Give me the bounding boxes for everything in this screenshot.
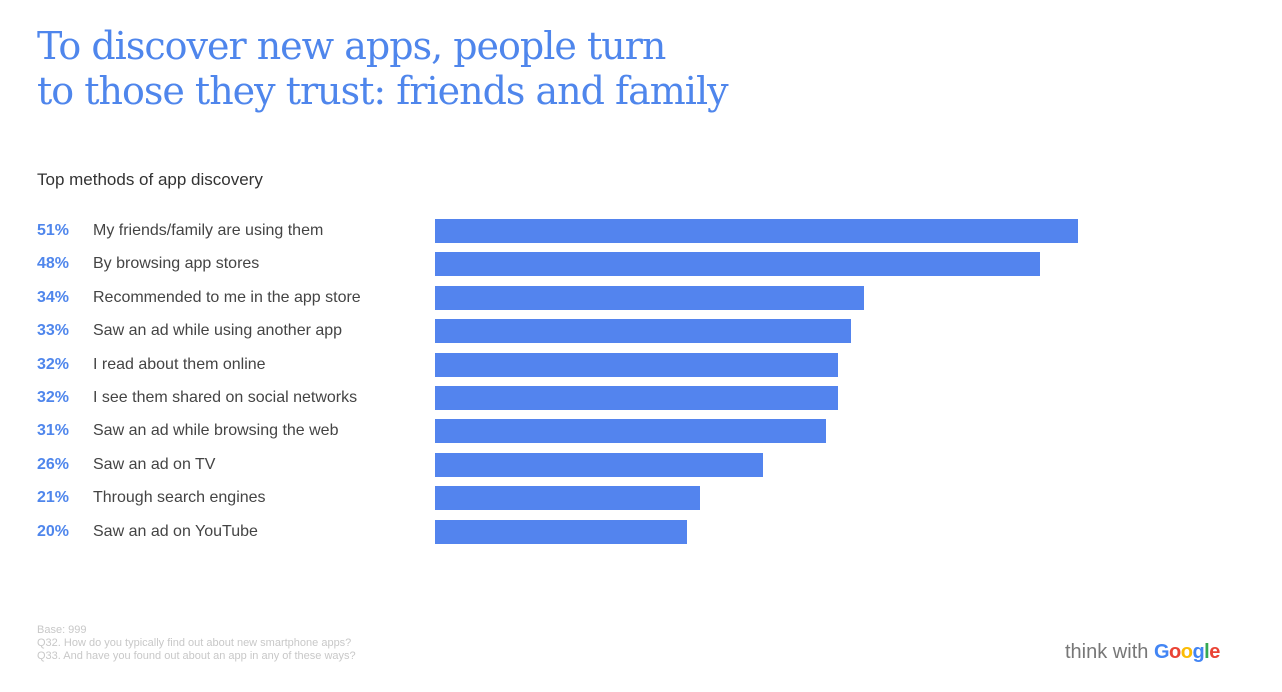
think-with-google-logo: think with Google: [1065, 641, 1220, 664]
google-letter: o: [1180, 641, 1193, 663]
google-letter: e: [1209, 641, 1220, 663]
value-label: 34%: [37, 288, 70, 306]
bar: [435, 519, 688, 544]
value-label: 32%: [37, 389, 70, 406]
bar-row: 33% Saw an ad while using another app: [0, 319, 1282, 344]
category-label: I see them shared on social networks: [93, 389, 358, 406]
value-label: 26%: [37, 455, 70, 473]
bar-row: 51% My friends/family are using them: [0, 219, 1282, 243]
value-label: 51%: [37, 222, 70, 239]
bar-row: 34% Recommended to me in the app store: [0, 285, 1282, 310]
bar: [435, 386, 839, 410]
chart-title: Top methods of app discovery: [37, 170, 263, 189]
brand-prefix: think with: [1065, 641, 1154, 663]
value-label: 33%: [37, 322, 70, 340]
value-label: 21%: [37, 489, 70, 507]
bar-row: 32% I read about them online: [0, 352, 1282, 377]
category-label: Saw an ad while browsing the web: [93, 422, 339, 440]
category-label: Through search engines: [93, 489, 266, 507]
footnote-q32: Q32. How do you typically find out about…: [37, 637, 352, 649]
category-label: Recommended to me in the app store: [93, 288, 361, 306]
bar: [435, 285, 864, 310]
footnote-base: Base: 999: [37, 624, 87, 636]
value-label: 32%: [37, 355, 70, 373]
value-label: 20%: [37, 522, 70, 540]
title-line-1: To discover new apps, people turn: [37, 24, 666, 68]
value-label: 31%: [37, 422, 70, 440]
bar: [435, 319, 852, 344]
bar-row: 48% By browsing app stores: [0, 252, 1282, 277]
bar: [435, 419, 826, 444]
google-letter: g: [1192, 641, 1205, 663]
page-title: To discover new apps, people turn to tho…: [37, 24, 729, 114]
category-label: Saw an ad on YouTube: [93, 522, 258, 540]
value-label: 48%: [37, 255, 70, 273]
google-letter: G: [1153, 641, 1170, 663]
category-label: By browsing app stores: [93, 255, 260, 273]
category-label: Saw an ad on TV: [93, 455, 216, 473]
footnote-q33: Q33. And have you found out about an app…: [37, 650, 356, 662]
bar-row: 31% Saw an ad while browsing the web: [0, 419, 1282, 444]
bar: [435, 452, 763, 477]
bar: [435, 352, 839, 377]
bar-row: 20% Saw an ad on YouTube: [0, 519, 1282, 544]
bar-row: 21% Through search engines: [0, 486, 1282, 511]
google-wordmark: Google: [1154, 641, 1220, 663]
footnote: Base: 999 Q32. How do you typically find…: [37, 624, 356, 663]
bar: [435, 252, 1041, 277]
google-letter: o: [1169, 641, 1181, 663]
bar: [435, 219, 1078, 243]
category-label: Saw an ad while using another app: [93, 322, 343, 340]
bar-row: 26% Saw an ad on TV: [0, 452, 1282, 477]
category-label: My friends/family are using them: [93, 222, 324, 239]
bar-row: 32% I see them shared on social networks: [0, 386, 1282, 410]
title-line-2: to those they trust: friends and family: [37, 69, 729, 113]
bar: [435, 486, 700, 511]
category-label: I read about them online: [93, 355, 266, 373]
